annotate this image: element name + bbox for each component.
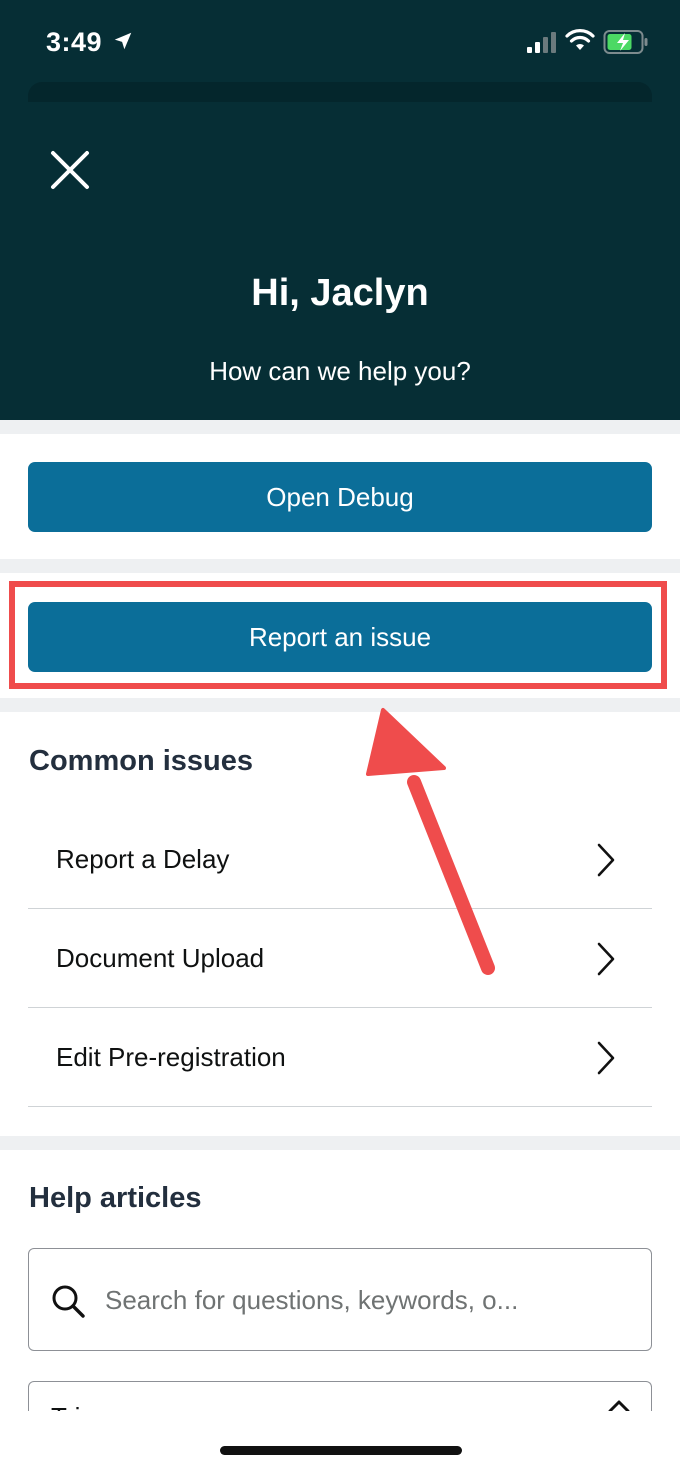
chevron-right-icon xyxy=(597,843,615,877)
home-indicator xyxy=(220,1446,462,1455)
search-input[interactable] xyxy=(105,1277,635,1323)
section-divider xyxy=(0,420,680,434)
help-articles-title: Help articles xyxy=(29,1182,202,1214)
close-icon[interactable] xyxy=(48,148,92,192)
section-divider xyxy=(0,559,680,573)
wifi-icon xyxy=(565,29,595,50)
section-divider xyxy=(0,698,680,712)
status-bar: 3:49 xyxy=(0,0,680,90)
chevron-right-icon xyxy=(597,1041,615,1075)
trips-accordion[interactable]: Trips xyxy=(28,1381,652,1413)
issue-label: Report a Delay xyxy=(56,844,230,874)
issue-row-report-delay[interactable]: Report a Delay xyxy=(28,810,652,909)
issue-row-document-upload[interactable]: Document Upload xyxy=(28,909,652,1008)
help-subtitle: How can we help you? xyxy=(209,356,471,386)
issue-label: Edit Pre-registration xyxy=(56,1042,286,1072)
section-divider xyxy=(0,1136,680,1150)
issue-label: Document Upload xyxy=(56,943,265,973)
common-issues-title: Common issues xyxy=(29,745,253,777)
search-icon xyxy=(52,1285,85,1318)
issue-row-edit-preregistration[interactable]: Edit Pre-registration xyxy=(28,1008,652,1107)
annotation-highlight-box xyxy=(9,581,667,689)
chevron-right-icon xyxy=(597,942,615,976)
battery-charging-icon xyxy=(603,30,648,54)
open-debug-button[interactable]: Open Debug xyxy=(28,462,652,532)
header: 3:49 Hi, Jaclyn How can we help you? xyxy=(0,0,680,420)
bottom-safe-area xyxy=(0,1411,680,1471)
header-sheet-edge xyxy=(28,82,652,102)
status-time: 3:49 xyxy=(46,27,103,57)
location-arrow-icon xyxy=(114,32,132,50)
annotation-arrow-icon xyxy=(366,708,495,975)
greeting-title: Hi, Jaclyn xyxy=(251,272,429,314)
search-box[interactable] xyxy=(28,1248,652,1351)
cellular-signal-icon xyxy=(527,32,556,53)
